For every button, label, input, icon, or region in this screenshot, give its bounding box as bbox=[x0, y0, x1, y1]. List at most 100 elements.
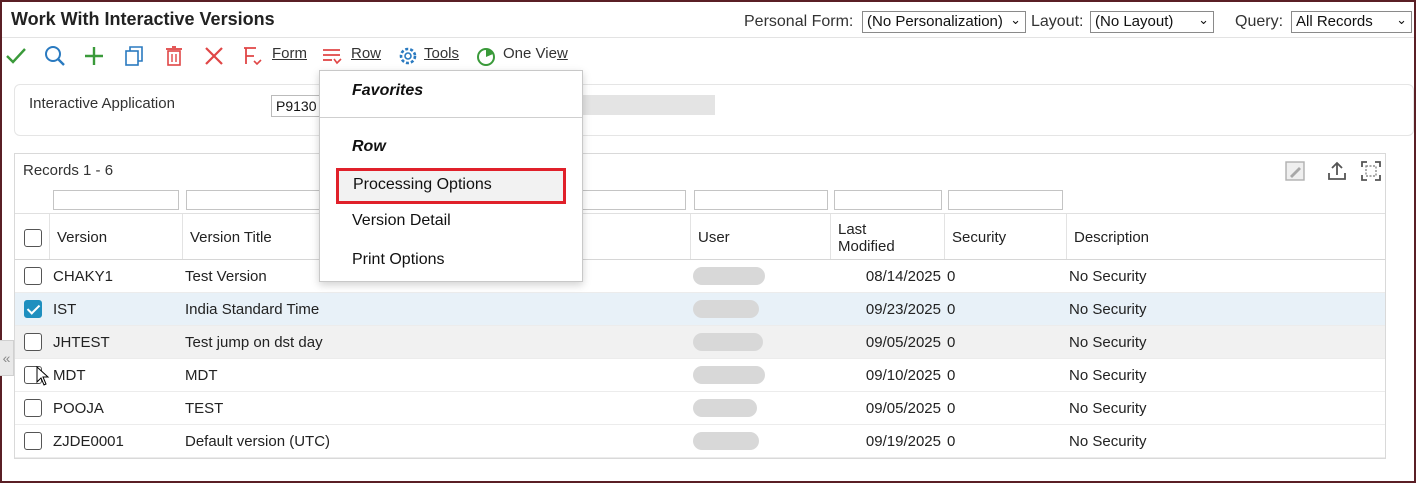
cell-description: No Security bbox=[1069, 268, 1147, 285]
col-version[interactable]: Version bbox=[57, 229, 107, 246]
oneview-icon[interactable] bbox=[474, 44, 498, 68]
cell-version: IST bbox=[53, 301, 77, 318]
form-label: Form bbox=[272, 45, 307, 62]
title-bar: Work With Interactive Versions Personal … bbox=[2, 2, 1414, 38]
copy-icon[interactable] bbox=[122, 44, 146, 68]
row-checkbox[interactable] bbox=[24, 300, 42, 318]
row-checkbox[interactable] bbox=[24, 333, 42, 351]
mouse-cursor-icon bbox=[36, 366, 50, 386]
cell-user-redacted bbox=[693, 432, 759, 450]
row-checkbox[interactable] bbox=[24, 399, 42, 417]
layout-select[interactable]: (No Layout) ⌄ bbox=[1090, 11, 1214, 33]
interactive-application-label: Interactive Application bbox=[29, 95, 175, 112]
table-row[interactable]: CHAKY1 Test Version 08/14/2025 0 No Security bbox=[15, 260, 1385, 293]
layout-label: Layout: bbox=[1031, 13, 1084, 30]
row-icon[interactable] bbox=[320, 44, 344, 68]
select-all-checkbox[interactable] bbox=[24, 229, 42, 247]
col-version-title[interactable]: Version Title bbox=[190, 229, 272, 246]
cell-user-redacted bbox=[693, 300, 759, 318]
filter-security[interactable] bbox=[948, 190, 1063, 210]
records-grid: Records 1 - 6 Version Version Title User… bbox=[14, 153, 1386, 459]
cell-version-title: India Standard Time bbox=[185, 301, 320, 318]
cell-version-title: Test jump on dst day bbox=[185, 334, 323, 351]
search-icon[interactable] bbox=[43, 44, 67, 68]
delete-icon[interactable] bbox=[162, 44, 186, 68]
cell-description: No Security bbox=[1069, 301, 1147, 318]
cell-version: CHAKY1 bbox=[53, 268, 114, 285]
table-row[interactable]: IST India Standard Time 09/23/2025 0 No Secu… bbox=[15, 293, 1385, 326]
tools-label: Tools bbox=[424, 45, 460, 62]
row-menu-dropdown: Favorites Row Processing Options Version… bbox=[319, 70, 583, 282]
table-row[interactable]: ZJDE0001 Default version (UTC) 09/19/2025 0… bbox=[15, 425, 1385, 458]
col-user[interactable]: User bbox=[698, 229, 730, 246]
row-checkbox[interactable] bbox=[24, 432, 42, 450]
layout-value: (No Layout) bbox=[1095, 13, 1174, 30]
cell-security: 0 bbox=[947, 334, 956, 351]
cell-version: MDT bbox=[53, 367, 86, 384]
col-last-modified[interactable]: Last Modified bbox=[838, 221, 918, 255]
cell-version: POOJA bbox=[53, 400, 104, 417]
cell-last-modified: 09/05/2025 bbox=[865, 400, 941, 417]
cell-version: JHTEST bbox=[53, 334, 110, 351]
menu-item-version-detail[interactable]: Version Detail bbox=[336, 205, 566, 241]
menu-divider bbox=[320, 117, 582, 118]
table-row[interactable]: POOJA TEST 09/05/2025 0 No Security bbox=[15, 392, 1385, 425]
filter-user[interactable] bbox=[694, 190, 828, 210]
check-icon[interactable] bbox=[4, 44, 28, 68]
cell-description: No Security bbox=[1069, 334, 1147, 351]
col-security[interactable]: Security bbox=[952, 229, 1006, 246]
query-label: Query: bbox=[1235, 13, 1284, 30]
collapse-panel-handle[interactable]: « bbox=[0, 340, 14, 376]
oneview-menu[interactable]: One View bbox=[503, 45, 568, 62]
form-menu[interactable]: Form bbox=[272, 45, 307, 62]
cell-last-modified: 09/10/2025 bbox=[865, 367, 941, 384]
cell-version-title: Default version (UTC) bbox=[185, 433, 331, 450]
filter-last-modified[interactable] bbox=[834, 190, 942, 210]
menu-row-header: Row bbox=[352, 138, 386, 155]
menu-item-print-options[interactable]: Print Options bbox=[336, 244, 566, 280]
records-count: Records 1 - 6 bbox=[23, 162, 114, 179]
add-icon[interactable] bbox=[82, 44, 106, 68]
cell-version-title: Test Version bbox=[185, 268, 267, 285]
filter-version[interactable] bbox=[53, 190, 179, 210]
cell-user-redacted bbox=[693, 366, 765, 384]
row-checkbox[interactable] bbox=[24, 267, 42, 285]
query-select[interactable]: All Records ⌄ bbox=[1291, 11, 1412, 33]
chevron-down-icon: ⌄ bbox=[1396, 12, 1407, 27]
edit-grid-icon[interactable] bbox=[1283, 159, 1307, 183]
gear-icon[interactable] bbox=[396, 44, 420, 68]
cell-security: 0 bbox=[947, 433, 956, 450]
cell-version-title: TEST bbox=[185, 400, 224, 417]
cell-security: 0 bbox=[947, 268, 956, 285]
personal-form-select[interactable]: (No Personalization) ⌄ bbox=[862, 11, 1026, 33]
cell-version: ZJDE0001 bbox=[53, 433, 124, 450]
table-row[interactable]: MDT MDT 09/10/2025 0 No Security bbox=[15, 359, 1385, 392]
cell-user-redacted bbox=[693, 267, 765, 285]
cell-last-modified: 08/14/2025 bbox=[865, 268, 941, 285]
criteria-panel: Interactive Application P9130 bbox=[14, 84, 1414, 136]
chevron-down-icon: ⌄ bbox=[1010, 12, 1021, 27]
application-description bbox=[581, 95, 715, 115]
export-icon[interactable] bbox=[1325, 159, 1349, 183]
oneview-label-accel: w bbox=[556, 45, 568, 62]
cell-last-modified: 09/19/2025 bbox=[865, 433, 941, 450]
cell-description: No Security bbox=[1069, 433, 1147, 450]
col-description[interactable]: Description bbox=[1074, 229, 1149, 246]
cell-security: 0 bbox=[947, 367, 956, 384]
menu-item-processing-options[interactable]: Processing Options bbox=[336, 168, 566, 204]
expand-grid-icon[interactable] bbox=[1359, 159, 1383, 183]
form-icon[interactable] bbox=[240, 44, 264, 68]
close-icon[interactable] bbox=[202, 44, 226, 68]
row-menu[interactable]: Row bbox=[351, 45, 381, 62]
cell-description: No Security bbox=[1069, 400, 1147, 417]
filter-row bbox=[15, 186, 1385, 214]
cell-user-redacted bbox=[693, 333, 763, 351]
cell-last-modified: 09/05/2025 bbox=[865, 334, 941, 351]
oneview-label: One Vie bbox=[503, 45, 557, 62]
cell-user-redacted bbox=[693, 399, 757, 417]
page-title: Work With Interactive Versions bbox=[11, 9, 275, 29]
chevron-down-icon: ⌄ bbox=[1198, 12, 1209, 27]
tools-menu[interactable]: Tools bbox=[424, 45, 459, 62]
menu-favorites-header: Favorites bbox=[352, 82, 424, 99]
table-row[interactable]: JHTEST Test jump on dst day 09/05/2025 0 No … bbox=[15, 326, 1385, 359]
